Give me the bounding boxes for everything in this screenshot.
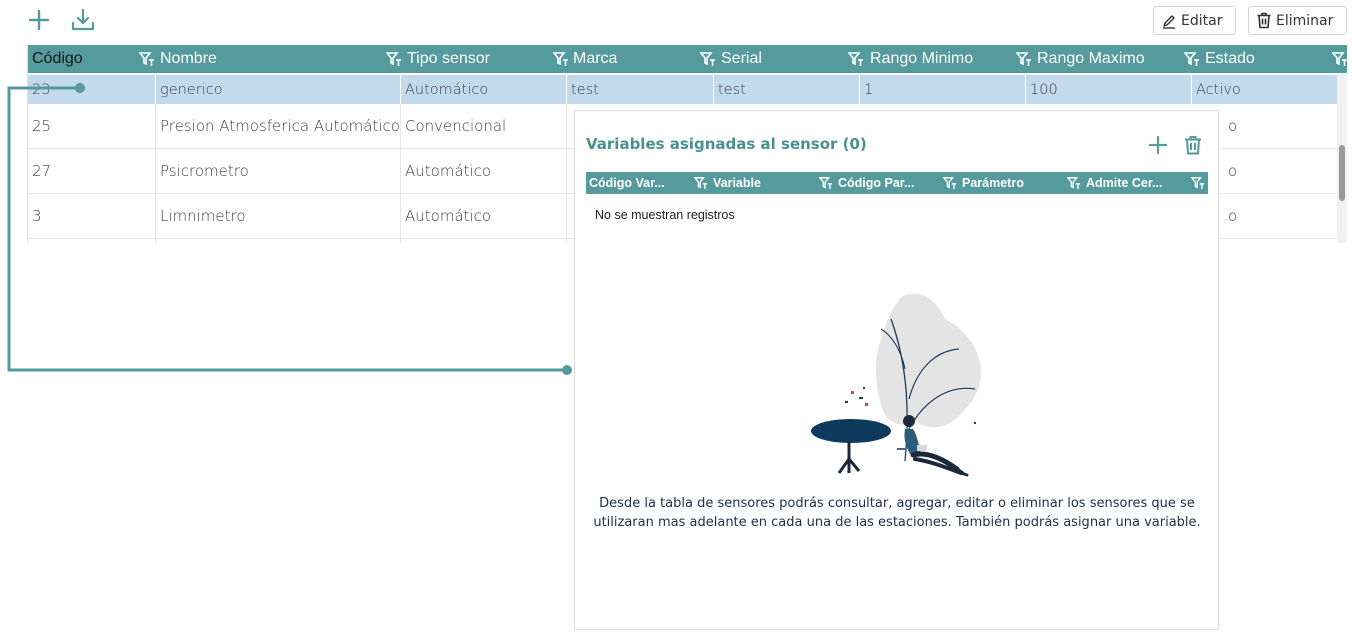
filter-icon[interactable] <box>386 51 402 67</box>
trash-icon <box>1257 12 1271 29</box>
filter-icon[interactable] <box>1067 176 1081 190</box>
download-icon[interactable] <box>68 6 98 34</box>
cell-empty <box>28 239 156 243</box>
filter-icon[interactable] <box>553 51 569 67</box>
cell-serial: test <box>714 75 860 104</box>
empty-message: No se muestran registros <box>595 208 735 222</box>
table-row-selected[interactable]: 23 generico Automático test test 1 100 A… <box>28 75 1338 104</box>
scrollbar-thumb[interactable] <box>1339 145 1345 201</box>
variables-table-header: Código Var... Variable Código Par... Par… <box>586 172 1208 194</box>
edit-button-label: Editar <box>1181 12 1223 29</box>
cell-estado: Activo <box>1192 75 1338 104</box>
trash-icon[interactable] <box>1181 133 1205 157</box>
edit-button[interactable]: Editar <box>1153 6 1236 35</box>
cell-codigo: 3 <box>28 194 156 238</box>
filter-icon[interactable] <box>700 51 716 67</box>
cell-empty <box>156 239 401 243</box>
cell-tipo-sensor: Convencional <box>401 104 567 148</box>
cell-tipo-sensor: Automático <box>401 75 567 104</box>
cell-rango-maximo: 100 <box>1026 75 1192 104</box>
table-header: Código Nombre Tipo sensor Marca Serial R… <box>28 45 1347 73</box>
table-scrollbar[interactable] <box>1337 73 1347 243</box>
column-header-rango-maximo[interactable]: Rango Maximo <box>1037 45 1145 73</box>
cell-codigo: 27 <box>28 149 156 193</box>
filter-icon[interactable] <box>694 176 708 190</box>
cell-nombre: Psicrometro <box>156 149 401 193</box>
column-header-codigo-variable[interactable]: Código Var... <box>589 172 665 194</box>
cell-estado: o <box>1228 117 1238 135</box>
column-header-rango-minimo[interactable]: Rango Minimo <box>870 45 973 73</box>
column-header-estado[interactable]: Estado <box>1205 45 1255 73</box>
cell-codigo: 25 <box>28 104 156 148</box>
cell-marca: test <box>567 75 714 104</box>
filter-icon[interactable] <box>1332 51 1347 67</box>
delete-button[interactable]: Eliminar <box>1248 6 1347 35</box>
column-header-tipo-sensor[interactable]: Tipo sensor <box>407 45 490 73</box>
filter-icon[interactable] <box>943 176 957 190</box>
cell-nombre: generico <box>156 75 401 104</box>
plus-icon[interactable] <box>1146 133 1170 157</box>
empty-state-description: Desde la tabla de sensores podrás consul… <box>593 496 1201 530</box>
cell-tipo-sensor: Automático <box>401 149 567 193</box>
panel-title: Variables asignadas al sensor (0) <box>586 135 867 153</box>
filter-icon[interactable] <box>139 51 155 67</box>
filter-icon[interactable] <box>1016 51 1032 67</box>
filter-icon[interactable] <box>1191 176 1205 190</box>
column-header-marca[interactable]: Marca <box>573 45 617 73</box>
delete-button-label: Eliminar <box>1276 12 1334 29</box>
cell-nombre: Presion Atmosferica Automático <box>156 104 401 148</box>
column-header-parametro[interactable]: Parámetro <box>962 172 1024 194</box>
cell-tipo-sensor: Automático <box>401 194 567 238</box>
filter-icon[interactable] <box>1184 51 1200 67</box>
empty-state-illustration <box>811 293 982 477</box>
column-header-serial[interactable]: Serial <box>721 45 762 73</box>
column-header-codigo[interactable]: Código <box>32 45 83 73</box>
cell-empty <box>401 239 567 243</box>
cell-estado: o <box>1228 207 1238 225</box>
column-header-variable[interactable]: Variable <box>713 172 761 194</box>
column-header-codigo-parametro[interactable]: Código Par... <box>838 172 914 194</box>
pencil-icon <box>1163 14 1175 29</box>
filter-icon[interactable] <box>819 176 833 190</box>
cell-estado: o <box>1228 162 1238 180</box>
variables-panel: Variables asignadas al sensor (0) Código… <box>574 110 1219 630</box>
column-header-nombre[interactable]: Nombre <box>160 45 217 73</box>
cell-rango-minimo: 1 <box>860 75 1026 104</box>
column-header-admite-cero[interactable]: Admite Cer... <box>1086 172 1162 194</box>
add-icon[interactable] <box>24 6 54 34</box>
cell-nombre: Limnimetro <box>156 194 401 238</box>
cell-codigo: 23 <box>28 75 156 104</box>
filter-icon[interactable] <box>848 51 864 67</box>
